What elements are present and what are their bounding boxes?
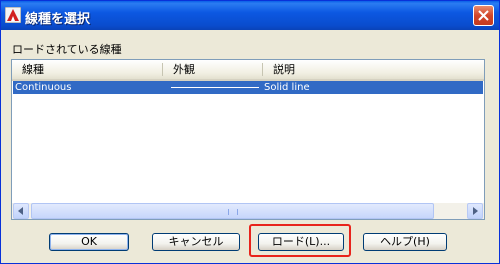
scroll-right-button[interactable] [467,203,483,219]
list-item[interactable]: Continuous Solid line [13,81,483,94]
linetype-name: Continuous [15,82,72,93]
chevron-left-icon [14,207,28,221]
linetype-description: Solid line [264,82,310,93]
linetype-list[interactable]: 線種 外観 説明 Continuous Solid line [11,59,485,220]
chevron-right-icon [468,207,482,221]
title-bar[interactable]: 線種を選択 [1,1,499,30]
select-linetype-dialog: 線種を選択 ロードされている線種 線種 外観 説明 Continuous Sol… [0,0,500,264]
linetype-appearance-preview [171,87,259,88]
column-header-appearance[interactable]: 外観 [163,60,262,79]
autocad-icon [4,6,22,24]
list-header: 線種 外観 説明 [12,60,484,81]
scroll-thumb[interactable] [31,203,434,219]
close-button[interactable] [473,5,494,26]
highlight-box [249,224,351,257]
grip-icon [228,209,238,215]
scroll-left-button[interactable] [13,203,29,219]
column-header-description[interactable]: 説明 [263,60,484,79]
window-title: 線種を選択 [25,12,91,27]
cancel-button[interactable]: キャンセル [152,233,240,251]
loaded-linetypes-label: ロードされている線種 [12,43,122,56]
help-button[interactable]: ヘルプ(H) [363,233,447,251]
horizontal-scrollbar[interactable] [12,203,484,219]
ok-button[interactable]: OK [49,233,129,251]
column-header-linetype[interactable]: 線種 [12,60,162,79]
